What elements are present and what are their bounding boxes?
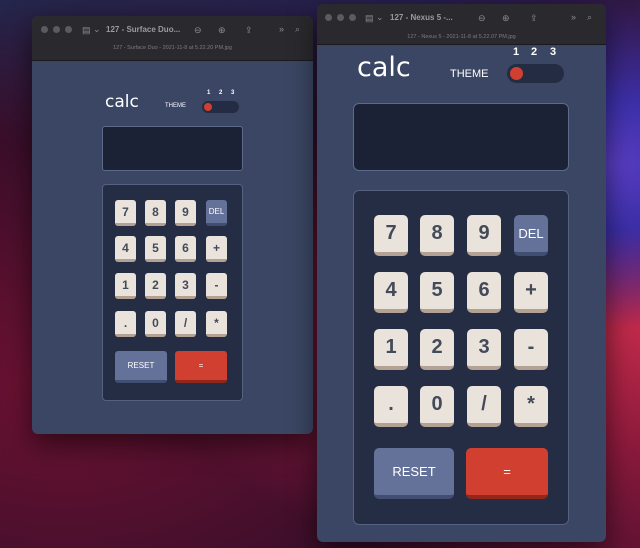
key-4[interactable]: 4 [374,272,408,313]
key-7[interactable]: 7 [115,200,136,226]
delete-button[interactable]: DEL [206,200,227,226]
preview-window-surface-duo: ▤ ⌄ 127 - Surface Duo... ⊖ ⊕ ⇪ » ⌕ 127 -… [32,16,313,434]
key-5[interactable]: 5 [420,272,454,313]
zoom-in-icon[interactable]: ⊕ [502,12,510,24]
zoom-out-icon[interactable]: ⊖ [194,24,202,36]
zoom-window-button[interactable] [65,26,72,33]
keypad: 7 8 9 DEL 4 5 6 + 1 2 3 - . 0 / * RESET … [102,184,243,401]
theme-number-2: 2 [531,46,538,58]
minimize-window-button[interactable] [53,26,60,33]
key-2[interactable]: 2 [145,273,166,299]
theme-numbers: 1 2 3 [207,90,247,98]
key-1[interactable]: 1 [115,273,136,299]
key-minus[interactable]: - [206,273,227,299]
theme-number-3: 3 [231,90,235,96]
key-4[interactable]: 4 [115,236,136,262]
minimize-window-button[interactable] [337,14,344,21]
key-9[interactable]: 9 [467,215,501,256]
key-decimal[interactable]: . [115,311,136,337]
key-8[interactable]: 8 [420,215,454,256]
key-5[interactable]: 5 [145,236,166,262]
theme-number-1: 1 [513,46,520,58]
calc-display [353,103,569,171]
sidebar-toggle-icon[interactable]: ▤ [365,12,374,24]
more-icon[interactable]: » [279,23,284,35]
reset-button[interactable]: RESET [374,448,454,499]
preview-window-nexus-5: ▤ ⌄ 127 - Nexus 5 -... ⊖ ⊕ ⇪ » ⌕ 127 - N… [317,4,606,542]
window-subtitle: 127 - Nexus 5 - 2021-11-8 at 5.22.07 PM.… [407,34,516,40]
theme-toggle[interactable] [507,64,564,83]
window-title: 127 - Nexus 5 -... [390,13,453,22]
key-multiply[interactable]: * [206,311,227,337]
window-toolbar: ▤ ⌄ 127 - Surface Duo... ⊖ ⊕ ⇪ » ⌕ 127 -… [32,16,313,61]
window-subtitle: 127 - Surface Duo - 2021-11-8 at 5.22.20… [113,45,232,51]
share-icon[interactable]: ⇪ [245,24,253,36]
key-7[interactable]: 7 [374,215,408,256]
search-icon[interactable]: ⌕ [587,11,592,23]
key-plus[interactable]: + [514,272,548,313]
key-plus[interactable]: + [206,236,227,262]
key-2[interactable]: 2 [420,329,454,370]
key-3[interactable]: 3 [175,273,196,299]
theme-toggle-knob[interactable] [510,67,523,80]
window-title: 127 - Surface Duo... [106,25,181,34]
chevron-down-icon[interactable]: ⌄ [93,23,101,35]
key-0[interactable]: 0 [420,386,454,427]
theme-toggle-knob[interactable] [204,103,212,111]
theme-number-3: 3 [550,46,557,58]
theme-number-2: 2 [219,90,223,96]
key-6[interactable]: 6 [175,236,196,262]
calc-display [102,126,243,171]
equals-button[interactable]: = [175,351,227,383]
keypad: 7 8 9 DEL 4 5 6 + 1 2 3 - . 0 / * RESET … [353,190,569,525]
delete-button[interactable]: DEL [514,215,548,256]
sidebar-toggle-icon[interactable]: ▤ [82,24,91,36]
zoom-out-icon[interactable]: ⊖ [478,12,486,24]
theme-numbers: 1 2 3 [513,46,573,60]
more-icon[interactable]: » [571,11,576,23]
key-1[interactable]: 1 [374,329,408,370]
theme-number-1: 1 [207,90,211,96]
close-window-button[interactable] [325,14,332,21]
close-window-button[interactable] [41,26,48,33]
search-icon[interactable]: ⌕ [295,23,300,35]
zoom-in-icon[interactable]: ⊕ [218,24,226,36]
key-9[interactable]: 9 [175,200,196,226]
key-divide[interactable]: / [467,386,501,427]
key-3[interactable]: 3 [467,329,501,370]
key-0[interactable]: 0 [145,311,166,337]
zoom-window-button[interactable] [349,14,356,21]
theme-label: THEME [450,68,489,80]
reset-button[interactable]: RESET [115,351,167,383]
key-multiply[interactable]: * [514,386,548,427]
window-toolbar: ▤ ⌄ 127 - Nexus 5 -... ⊖ ⊕ ⇪ » ⌕ 127 - N… [317,4,606,45]
key-6[interactable]: 6 [467,272,501,313]
share-icon[interactable]: ⇪ [530,12,538,24]
calc-logo: calc [357,52,411,83]
calc-logo: calc [105,92,139,112]
key-minus[interactable]: - [514,329,548,370]
equals-button[interactable]: = [466,448,548,499]
theme-label: THEME [165,103,186,109]
chevron-down-icon[interactable]: ⌄ [376,11,384,23]
key-8[interactable]: 8 [145,200,166,226]
theme-toggle[interactable] [202,101,239,113]
key-decimal[interactable]: . [374,386,408,427]
key-divide[interactable]: / [175,311,196,337]
